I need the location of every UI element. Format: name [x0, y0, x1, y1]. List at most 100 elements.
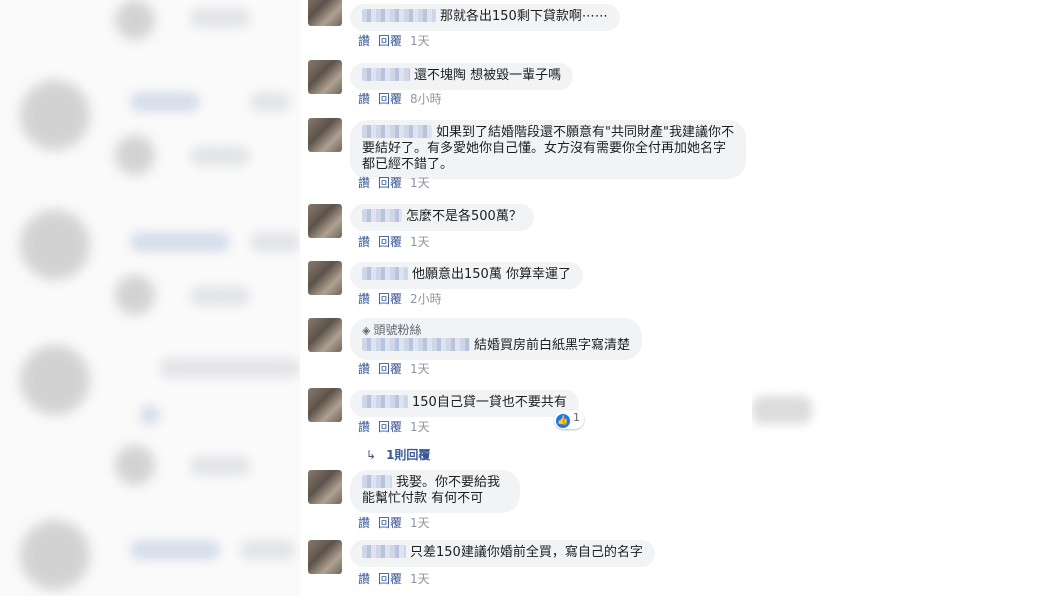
blurred-text [130, 92, 200, 112]
avatar[interactable] [308, 388, 342, 422]
reply-link[interactable]: 回覆 [378, 516, 402, 530]
reply-link[interactable]: 回覆 [378, 176, 402, 190]
timestamp[interactable]: 1天 [410, 516, 430, 530]
blurred-text [140, 405, 160, 425]
avatar[interactable] [308, 261, 342, 295]
comment-text: 結婚買房前白紙黑字寫清楚 [474, 338, 631, 353]
commenter-name[interactable] [362, 68, 410, 81]
commenter-name[interactable] [362, 545, 406, 558]
avatar[interactable] [308, 540, 342, 574]
blurred-text [130, 232, 230, 252]
commenter-name[interactable] [362, 395, 408, 408]
reply-link[interactable]: 回覆 [378, 235, 402, 249]
like-link[interactable]: 讚 [358, 572, 370, 586]
commenter-name[interactable] [362, 475, 392, 488]
blurred-text [240, 540, 295, 560]
commenter-name[interactable] [362, 267, 408, 280]
comment-text: 還不塊陶 想被毀一輩子嗎 [414, 68, 562, 83]
reply-link[interactable]: 回覆 [378, 420, 402, 434]
blurred-text [190, 456, 250, 476]
timestamp[interactable]: 1天 [410, 34, 430, 48]
blurred-text [190, 8, 250, 28]
blurred-text [130, 540, 220, 560]
avatar[interactable] [308, 60, 342, 94]
reaction-count[interactable]: 👍 1 [554, 410, 584, 429]
like-link[interactable]: 讚 [358, 516, 370, 530]
timestamp[interactable]: 1天 [410, 420, 430, 434]
reaction-number: 1 [573, 411, 580, 424]
comment-bubble: 只差150建議你婚前全買，寫自己的名字 [350, 540, 655, 567]
timestamp[interactable]: 1天 [410, 572, 430, 586]
comment-text: 150自己貸一貸也不要共有 [412, 395, 567, 410]
comment-bubble: 150自己貸一貸也不要共有 [350, 390, 579, 417]
blurred-avatar [20, 520, 90, 590]
timestamp[interactable]: 1天 [410, 362, 430, 376]
avatar[interactable] [308, 204, 342, 238]
comment-bubble: 他願意出150萬 你算幸運了 [350, 262, 583, 289]
like-link[interactable]: 讚 [358, 34, 370, 48]
commenter-name[interactable] [362, 209, 402, 222]
blurred-avatar [115, 275, 155, 315]
like-link[interactable]: 讚 [358, 420, 370, 434]
comment-bubble: 那就各出150剩下貸款啊⋯⋯ [350, 4, 620, 31]
blurred-avatar [20, 210, 90, 280]
timestamp[interactable]: 8小時 [410, 92, 442, 106]
blurred-avatar [20, 80, 90, 150]
avatar[interactable] [308, 318, 342, 352]
reply-link[interactable]: 回覆 [378, 34, 402, 48]
comment-actions: 讚回覆 1天 [358, 32, 438, 49]
blurred-avatar [115, 0, 155, 40]
comment-bubble: 如果到了結婚階段還不願意有"共同財產"我建議你不要結好了。有多愛她你自己懂。女方… [350, 120, 746, 179]
blurred-avatar [115, 135, 155, 175]
like-link[interactable]: 讚 [358, 235, 370, 249]
view-replies-link[interactable]: ↳ 1則回覆 [366, 446, 430, 463]
avatar[interactable] [308, 470, 342, 504]
reply-arrow-icon: ↳ [366, 448, 377, 462]
avatar[interactable] [308, 118, 342, 152]
comment-text: 怎麼不是各500萬？ [406, 209, 522, 224]
comment-bubble: ◈ 頭號粉絲 結婚買房前白紙黑字寫清楚 [350, 318, 643, 360]
like-link[interactable]: 讚 [358, 362, 370, 376]
comment-actions: 讚回覆 1天 [358, 570, 438, 587]
blurred-text [190, 286, 250, 306]
reply-link[interactable]: 回覆 [378, 292, 402, 306]
comment-actions: 讚回覆 1天 [358, 360, 438, 377]
blurred-text [160, 358, 300, 378]
commenter-name[interactable] [362, 338, 470, 351]
diamond-icon: ◈ [362, 324, 371, 337]
comment-text: 只差150建議你婚前全買，寫自己的名字 [410, 545, 643, 560]
timestamp[interactable]: 1天 [410, 235, 430, 249]
like-link[interactable]: 讚 [358, 176, 370, 190]
like-link[interactable]: 讚 [358, 92, 370, 106]
comment-bubble: 我娶。你不要給我 能幫忙付款 有何不可 [350, 470, 520, 513]
commenter-name[interactable] [362, 125, 432, 138]
comment-actions: 讚回覆 2小時 [358, 290, 450, 307]
reply-link[interactable]: 回覆 [378, 572, 402, 586]
reply-link[interactable]: 回覆 [378, 362, 402, 376]
timestamp[interactable]: 1天 [410, 176, 430, 190]
comment-actions: 讚回覆 1天 [358, 514, 438, 531]
commenter-name[interactable] [362, 9, 436, 22]
comment-bubble: 怎麼不是各500萬？ [350, 204, 534, 231]
comment-bubble: 還不塊陶 想被毀一輩子嗎 [350, 63, 574, 90]
like-link[interactable]: 讚 [358, 292, 370, 306]
replies-label: 1則回覆 [386, 448, 431, 462]
blurred-avatar [115, 445, 155, 485]
blurred-text [250, 232, 300, 252]
timestamp[interactable]: 2小時 [410, 292, 442, 306]
comment-actions: 讚回覆 8小時 [358, 90, 450, 107]
comment-actions: 讚回覆 1天 [358, 233, 438, 250]
top-fan-badge[interactable]: ◈ 頭號粉絲 [362, 323, 630, 338]
avatar[interactable] [308, 0, 342, 26]
reply-link[interactable]: 回覆 [378, 92, 402, 106]
comment-actions: 讚回覆 1天 [358, 174, 438, 191]
comment-text: 他願意出150萬 你算幸運了 [412, 267, 571, 282]
comment-text: 那就各出150剩下貸款啊⋯⋯ [440, 9, 608, 24]
blurred-text [190, 146, 250, 166]
comment-actions: 讚回覆 1天 [358, 418, 438, 435]
blurred-background [0, 0, 300, 596]
top-fan-label: 頭號粉絲 [373, 323, 422, 337]
blurred-text [752, 396, 812, 424]
blurred-text [250, 92, 290, 112]
comment-feed: 那就各出150剩下貸款啊⋯⋯ 讚回覆 1天 還不塊陶 想被毀一輩子嗎 讚回覆 8小時… [300, 0, 752, 596]
